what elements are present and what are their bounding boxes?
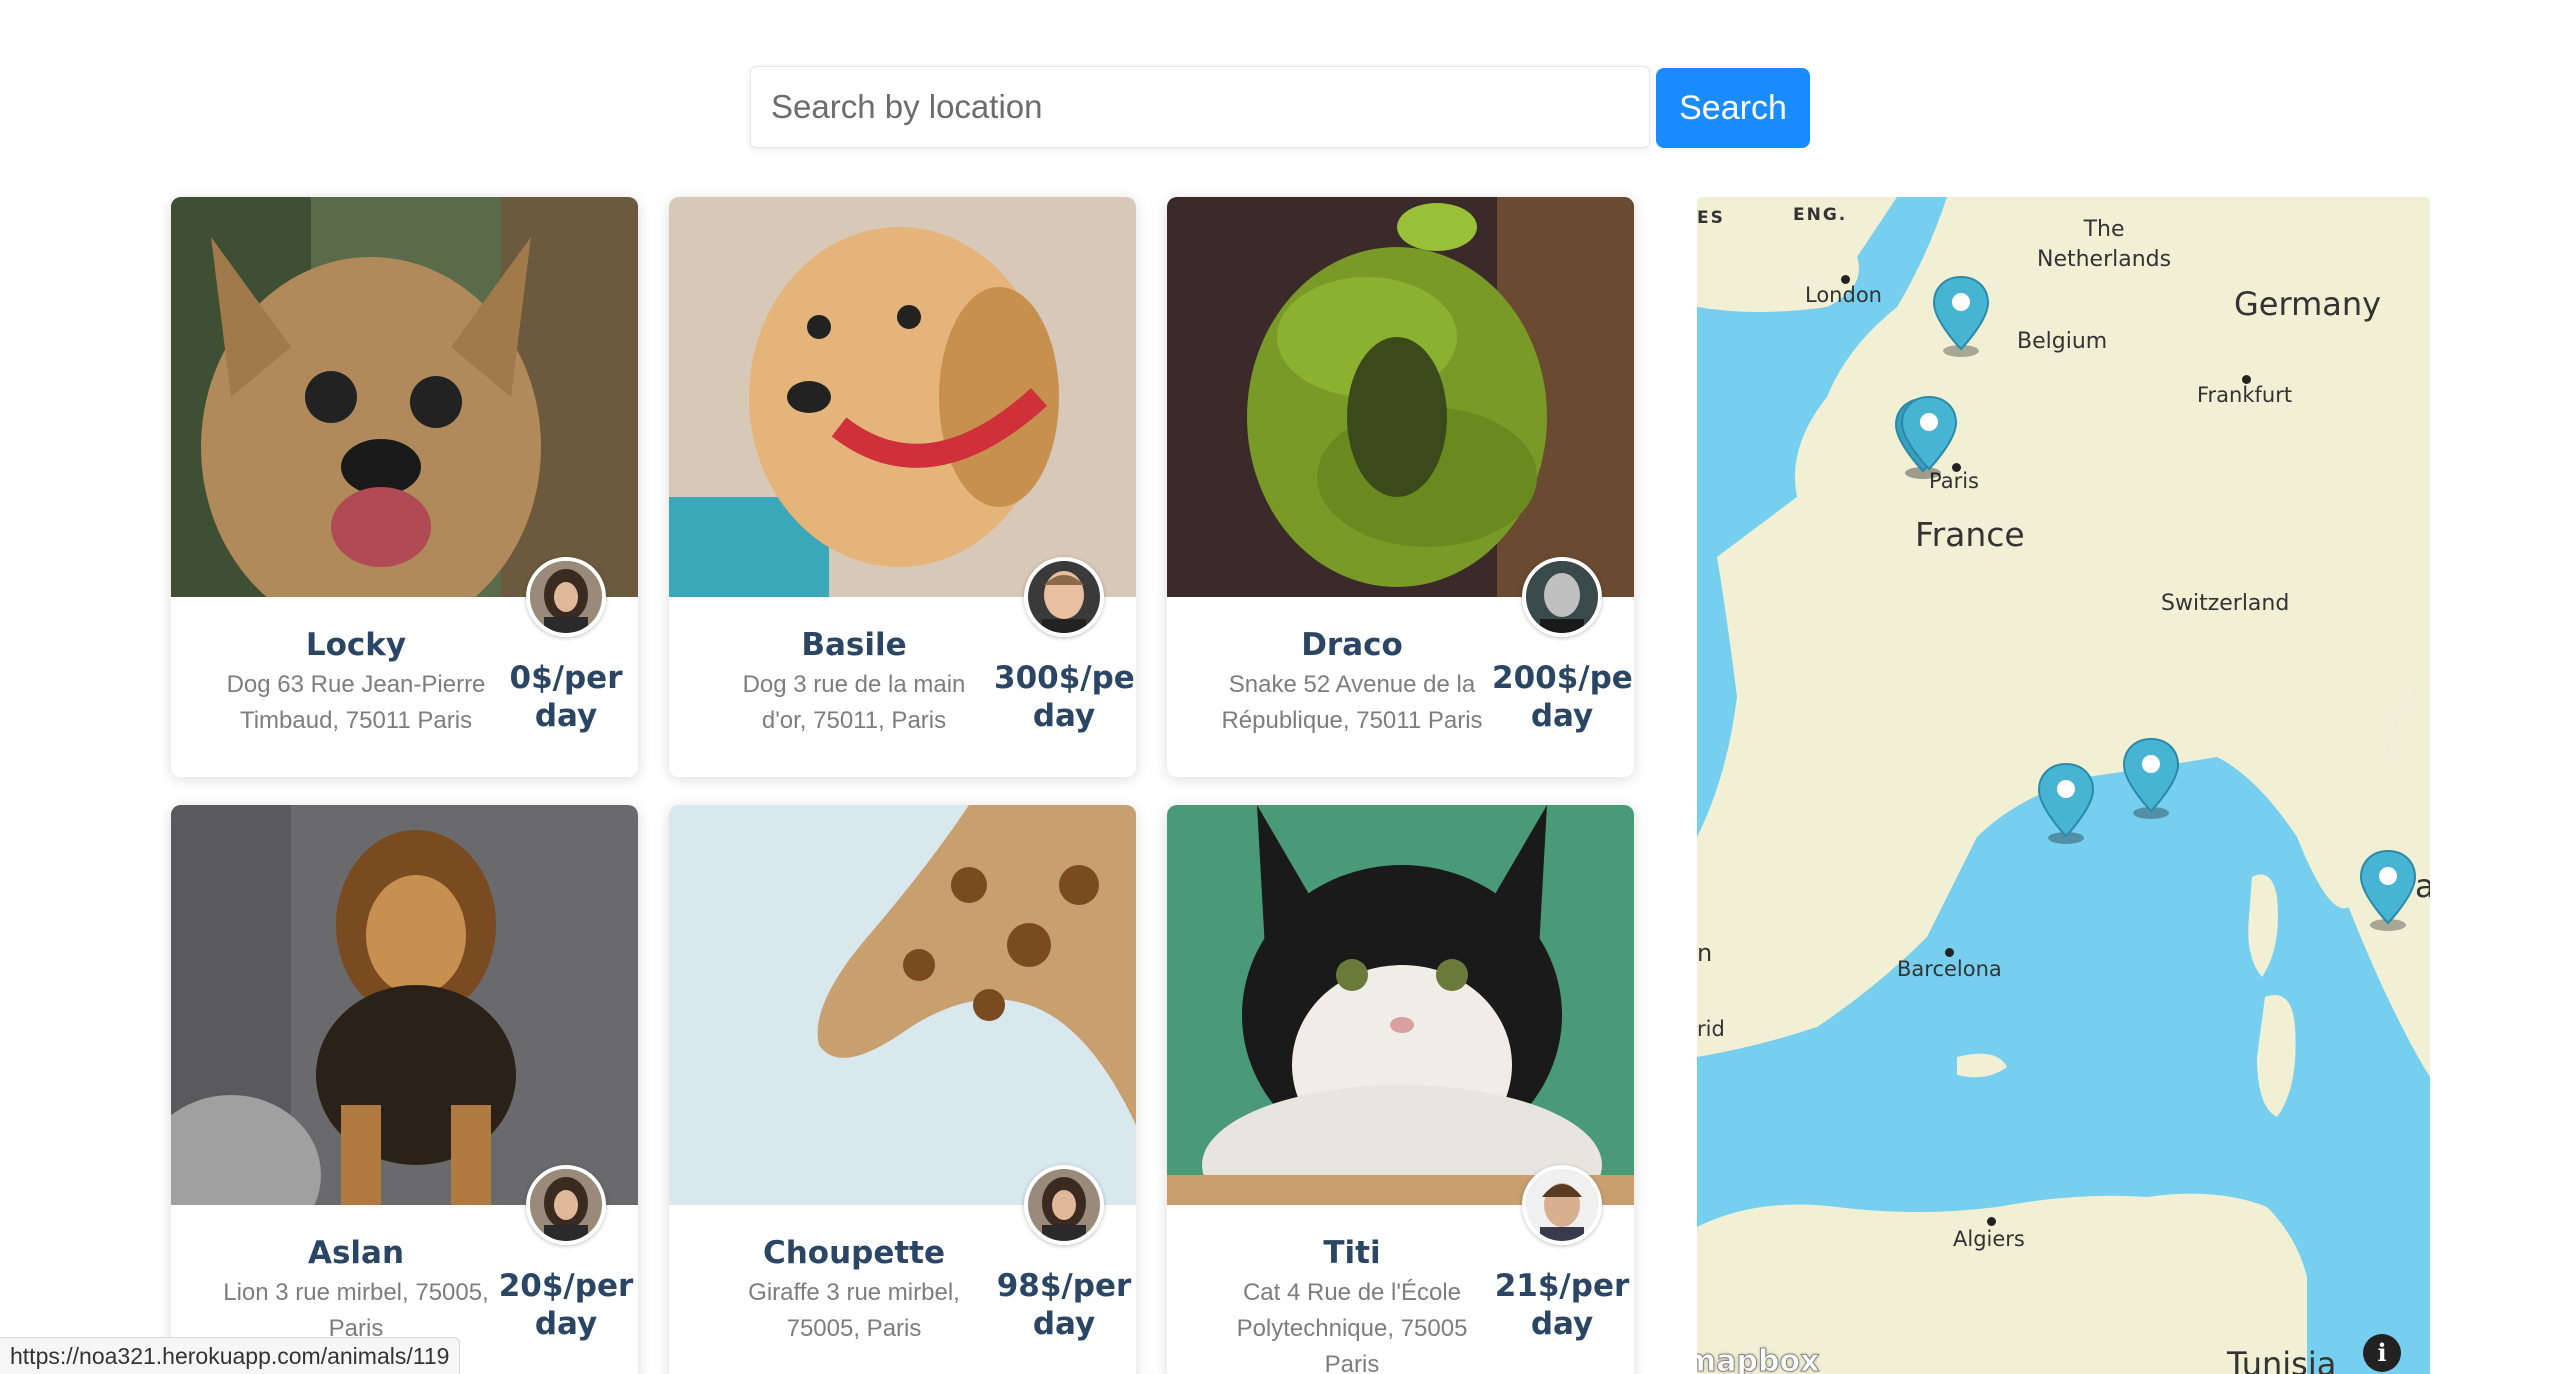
map[interactable]: ES ENG. The Netherlands Germany London B… xyxy=(1697,197,2430,1374)
map-label-fragment-n: n xyxy=(1697,939,1713,967)
animal-description: Cat 4 Rue de l'École Polytechnique, 7500… xyxy=(1236,1279,1468,1374)
map-label-netherlands: The Netherlands xyxy=(2037,217,2172,272)
owner-avatar[interactable] xyxy=(1024,1165,1104,1245)
map-label-germany: Germany xyxy=(2234,285,2382,323)
city-dot-algiers xyxy=(1987,1217,1996,1226)
map-pin-marker[interactable] xyxy=(2121,737,2181,819)
search-button[interactable]: Search xyxy=(1656,68,1810,148)
animal-card-basile[interactable]: Basile Dog 3 rue de la main d'or, 75011,… xyxy=(669,197,1136,777)
animal-description: Dog 63 Rue Jean-Pierre Timbaud, 75011 Pa… xyxy=(226,671,486,734)
owner-avatar[interactable] xyxy=(526,1165,606,1245)
mapbox-logo[interactable]: mapbox xyxy=(1697,1344,1820,1374)
city-dot-barcelona xyxy=(1945,948,1954,957)
animal-price: 0$/per day xyxy=(509,660,623,734)
map-label-london: London xyxy=(1805,283,1882,307)
animal-card-locky[interactable]: Locky Dog 63 Rue Jean-Pierre Timbaud, 75… xyxy=(171,197,638,777)
animal-price: 20$/per day xyxy=(498,1268,634,1342)
map-label-algiers: Algiers xyxy=(1953,1227,2025,1251)
info-icon[interactable]: i xyxy=(2363,1334,2401,1372)
animal-description: Giraffe 3 rue mirbel, 75005, Paris xyxy=(748,1279,960,1342)
map-label-belgium: Belgium xyxy=(2017,329,2108,354)
map-label-eng: ENG. xyxy=(1793,205,1848,225)
card-photo-giraffe xyxy=(669,805,1136,1205)
animal-card-titi[interactable]: Titi Cat 4 Rue de l'École Polytechnique,… xyxy=(1167,805,1634,1374)
map-label-switzerland: Switzerland xyxy=(2161,591,2290,616)
page: Search Locky Dog 63 Rue Jean-Pierre Timb… xyxy=(0,0,2560,1374)
map-label-frankfurt: Frankfurt xyxy=(2197,383,2293,407)
map-label-barcelona: Barcelona xyxy=(1897,957,2002,981)
owner-avatar[interactable] xyxy=(1522,1165,1602,1245)
animal-name: Titi xyxy=(1323,1235,1381,1271)
card-photo-snake xyxy=(1167,197,1634,597)
map-pin-marker[interactable] xyxy=(1931,275,1991,357)
animal-price: 98$/per day xyxy=(996,1268,1132,1342)
animal-card-choupette[interactable]: Choupette Giraffe 3 rue mirbel, 75005, P… xyxy=(669,805,1136,1374)
animal-price: 21$/per day xyxy=(1494,1268,1630,1342)
card-photo-puppy xyxy=(669,197,1136,597)
card-photo-chihuahua xyxy=(171,197,638,597)
animal-card-aslan[interactable]: Aslan Lion 3 rue mirbel, 75005, Paris 20… xyxy=(171,805,638,1374)
animal-name: Basile xyxy=(801,627,907,663)
map-pin-marker[interactable] xyxy=(2358,849,2418,931)
card-photo-lion xyxy=(171,805,638,1205)
map-pin-marker[interactable] xyxy=(1899,395,1959,477)
animal-name: Draco xyxy=(1301,627,1403,663)
map-label-fragment-rid: rid xyxy=(1697,1017,1725,1041)
animal-price: 300$/per day xyxy=(994,660,1136,734)
card-photo-cat xyxy=(1167,805,1634,1205)
search-bar: Search xyxy=(750,66,1810,148)
animal-description: Dog 3 rue de la main d'or, 75011, Paris xyxy=(742,671,966,734)
animal-description: Snake 52 Avenue de la République, 75011 … xyxy=(1221,671,1483,734)
owner-avatar[interactable] xyxy=(1522,557,1602,637)
owner-avatar[interactable] xyxy=(1024,557,1104,637)
map-label-tunisia: Tunisia xyxy=(2227,1345,2337,1374)
animal-card-draco[interactable]: Draco Snake 52 Avenue de la République, … xyxy=(1167,197,1634,777)
map-label-france: France xyxy=(1915,515,2025,554)
animal-price: 200$/per day xyxy=(1492,660,1634,734)
animal-name: Aslan xyxy=(307,1235,405,1271)
animal-name: Choupette xyxy=(762,1235,946,1271)
map-pin-marker[interactable] xyxy=(2036,762,2096,844)
search-input[interactable] xyxy=(750,66,1650,148)
animal-name: Locky xyxy=(305,627,407,663)
map-label-es: ES xyxy=(1697,208,1725,228)
status-bar-url: https://noa321.herokuapp.com/animals/119 xyxy=(0,1337,461,1374)
owner-avatar[interactable] xyxy=(526,557,606,637)
